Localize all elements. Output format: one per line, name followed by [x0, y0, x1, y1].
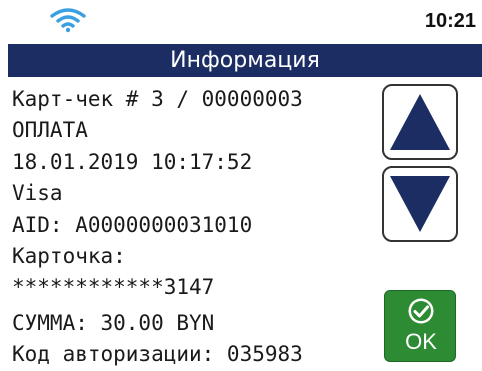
wifi-icon: [50, 8, 86, 33]
operation-type: ОПЛАТА: [12, 118, 88, 143]
clock: 10:21: [424, 10, 476, 32]
aid: AID: A0000000031010: [12, 212, 253, 237]
scroll-up-button[interactable]: [382, 84, 458, 160]
arrow-down-icon: [390, 176, 450, 232]
auth-code: Код авторизации: 035983: [12, 342, 303, 367]
ok-button[interactable]: OK: [384, 290, 456, 362]
card-label: Карточка:: [12, 243, 126, 268]
page-title: Информация: [8, 44, 482, 77]
ok-button-label: OK: [405, 329, 437, 354]
status-bar: 10:21: [0, 0, 482, 44]
arrow-up-icon: [390, 94, 450, 150]
transaction-datetime: 18.01.2019 10:17:52: [12, 149, 253, 174]
receipt-number: Карт-чек # 3 / 00000003: [12, 87, 303, 111]
check-circle-icon: [408, 298, 434, 324]
card-number: ************3147: [12, 275, 215, 300]
amount: СУММА: 30.00 BYN: [12, 310, 215, 335]
receipt-info: Карт-чек # 3 / 00000003 ОПЛАТА 18.01.201…: [12, 84, 377, 371]
scroll-down-button[interactable]: [382, 166, 458, 242]
card-brand: Visa: [12, 181, 63, 206]
